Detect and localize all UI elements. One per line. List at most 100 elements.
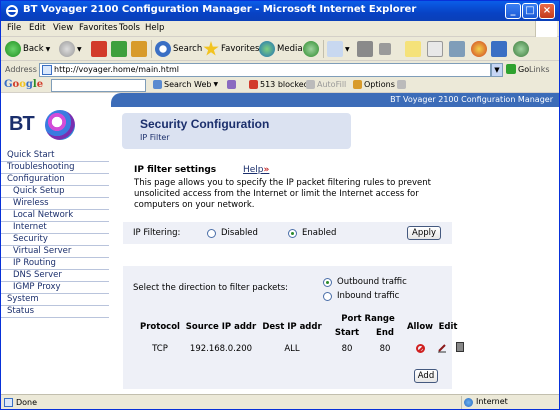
popup-blocker-icon [249,80,258,89]
menu-file[interactable]: File [7,23,21,33]
autofill-label: AutoFill [317,80,347,89]
enabled-label[interactable]: Enabled [302,228,336,238]
google-search-icon [153,80,162,89]
options-label: Options [364,80,395,89]
address-input[interactable]: http://voyager.home/main.html [39,63,491,77]
dest-ip-header: Dest IP addr [262,322,322,332]
home-button[interactable] [131,40,147,58]
home-icon [131,41,147,57]
forward-dropdown-icon[interactable]: ▼ [77,46,82,53]
window-title: BT Voyager 2100 Configuration Manager - … [23,4,417,15]
menu-view[interactable]: View [53,23,73,33]
outlook-button[interactable] [491,40,507,58]
inbound-radio[interactable] [323,292,332,301]
print-button[interactable] [357,40,373,58]
links-button[interactable]: Links [529,65,550,74]
forward-arrow-icon [59,41,75,57]
google-logo[interactable]: Google [4,79,43,90]
ie-logo-icon [6,5,18,17]
discuss-button[interactable] [405,40,421,58]
search-web-label: Search Web [164,80,212,89]
history-button[interactable] [303,40,319,58]
users-icon [513,41,529,57]
filter-rules-panel: Select the direction to filter packets: … [123,266,464,389]
nav-ip-routing[interactable]: IP Routing [1,258,109,270]
back-dropdown-icon[interactable]: ▼ [46,46,51,53]
favorites-button[interactable]: Favorites [203,40,259,58]
highlight-button[interactable] [397,80,406,89]
sidebar-nav: Quick Start Troubleshooting Configuratio… [1,150,109,318]
spellcheck-button[interactable] [427,40,443,58]
row-source-ip: 192.168.0.200 [189,344,253,354]
forward-button[interactable]: ▼ [59,40,82,58]
disabled-label[interactable]: Disabled [221,228,258,238]
nav-wireless[interactable]: Wireless [1,198,109,210]
nav-local-network[interactable]: Local Network [1,210,109,222]
deny-icon[interactable] [416,344,425,353]
back-arrow-icon [5,41,21,57]
add-button[interactable]: Add [414,369,438,383]
menu-tools[interactable]: Tools [119,23,140,33]
autofill-button[interactable]: AutoFill [306,80,346,89]
outbound-radio[interactable] [323,278,332,287]
nav-internet[interactable]: Internet [1,222,109,234]
edit-pencil-icon[interactable] [437,343,447,353]
nav-quick-setup[interactable]: Quick Setup [1,186,109,198]
popup-blocker-button[interactable]: 513 blocked [249,80,309,89]
maximize-button[interactable]: □ [522,3,538,19]
favorites-label: Favorites [221,44,260,54]
media-button[interactable]: Media [259,40,303,58]
menu-favorites[interactable]: Favorites [79,23,117,33]
research-icon [449,41,465,57]
banner-text: BT Voyager 2100 Configuration Manager [390,95,553,104]
print-icon [357,41,373,57]
nav-security[interactable]: Security [1,234,109,246]
back-button[interactable]: Back ▼ [5,40,50,58]
minimize-button[interactable]: _ [505,3,521,19]
security-zone: Internet [461,396,557,409]
nav-configuration[interactable]: Configuration [1,174,109,186]
apply-button[interactable]: Apply [407,226,441,240]
nav-troubleshooting[interactable]: Troubleshooting [1,162,109,174]
research-button[interactable] [449,40,465,58]
menu-help[interactable]: Help [145,23,164,33]
google-search-input[interactable] [51,79,146,92]
search-button[interactable]: Search [155,40,202,58]
nav-status[interactable]: Status [1,306,109,318]
row-protocol: TCP [152,344,168,354]
nav-quick-start[interactable]: Quick Start [1,150,109,162]
delete-trash-icon[interactable] [456,342,464,352]
outbound-label[interactable]: Outbound traffic [337,277,407,287]
edit-page-button[interactable] [379,40,391,58]
mail-button[interactable]: ▼ [327,40,350,58]
nav-virtual-server[interactable]: Virtual Server [1,246,109,258]
users-button[interactable] [513,40,529,58]
menu-edit[interactable]: Edit [29,23,45,33]
ie-window: BT Voyager 2100 Configuration Manager - … [0,0,560,410]
inbound-label[interactable]: Inbound traffic [337,291,399,301]
address-dropdown-icon[interactable]: ▼ [491,63,503,77]
help-label: Help [243,165,264,175]
options-button[interactable]: Options [353,80,395,89]
go-arrow-icon [506,64,516,74]
section-title: IP filter settings [134,165,217,175]
help-arrows-icon: » [263,165,270,175]
stop-button[interactable] [91,40,107,58]
enabled-radio[interactable] [288,229,297,238]
edit-page-icon [379,43,391,55]
toolbar: Back ▼ ▼ Search Favorites Media ▼ [1,37,559,61]
disabled-radio[interactable] [207,229,216,238]
refresh-button[interactable] [111,40,127,58]
ip-filtering-panel: IP Filtering: Disabled Enabled Apply [123,222,452,244]
search-web-button[interactable]: Search Web ▼ [153,80,218,89]
title-bar[interactable]: BT Voyager 2100 Configuration Manager - … [1,1,559,21]
messenger-button[interactable] [471,40,487,58]
nav-system[interactable]: System [1,294,109,306]
nav-igmp-proxy[interactable]: IGMP Proxy [1,282,109,294]
help-link[interactable]: Help» [243,165,269,175]
mail-dropdown-icon[interactable]: ▼ [345,46,350,53]
pagerank-button[interactable] [227,80,236,89]
go-button[interactable]: Go [506,64,529,74]
nav-dns-server[interactable]: DNS Server [1,270,109,282]
close-button[interactable]: × [539,3,555,19]
